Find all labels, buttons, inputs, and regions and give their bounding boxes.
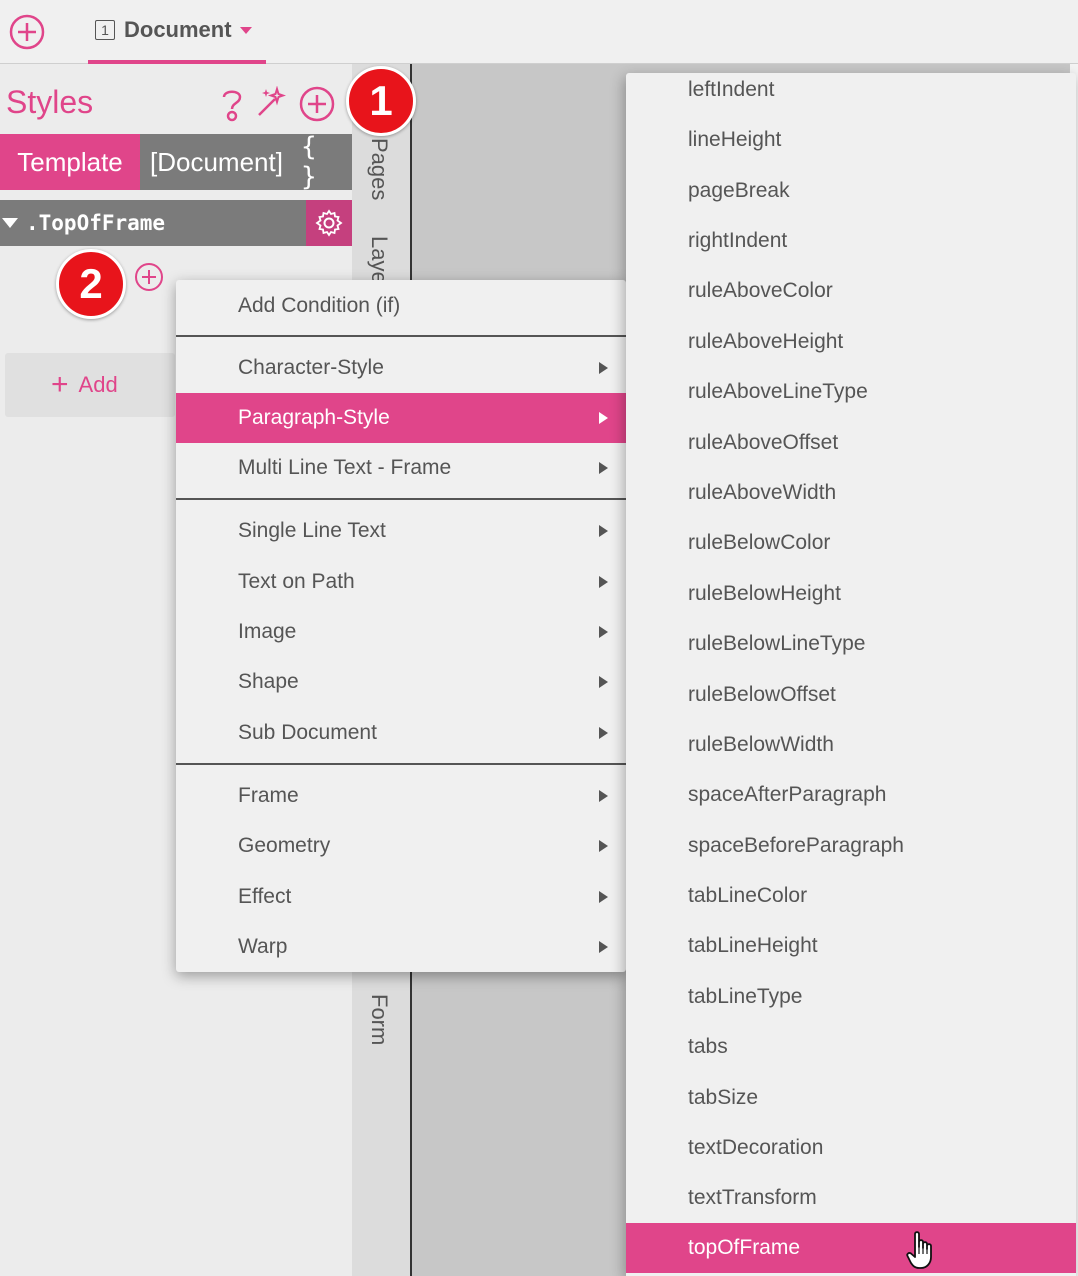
menu-divider bbox=[176, 498, 626, 500]
document-tab-label: Document bbox=[124, 17, 232, 42]
tab-layers[interactable]: Laye bbox=[366, 236, 392, 284]
braces-icon[interactable]: { } bbox=[301, 132, 352, 192]
chevron-right-icon bbox=[599, 790, 608, 802]
menu-item-label: Character-Style bbox=[238, 356, 384, 379]
menu-item-effect[interactable]: Effect bbox=[176, 872, 626, 922]
menu-item-warp[interactable]: Warp bbox=[176, 922, 626, 972]
chevron-right-icon bbox=[599, 626, 608, 638]
menu-item-label: Single Line Text bbox=[238, 519, 386, 542]
submenu-item-tabLineColor[interactable]: tabLineColor bbox=[626, 871, 1076, 921]
chevron-right-icon bbox=[599, 727, 608, 739]
paragraph-style-submenu: leftIndent lineHeight pageBreak rightInd… bbox=[626, 73, 1076, 1276]
tab-form[interactable]: Form bbox=[366, 994, 392, 1045]
chevron-right-icon bbox=[599, 941, 608, 953]
submenu-item-lineHeight[interactable]: lineHeight bbox=[626, 115, 1076, 165]
chevron-right-icon bbox=[599, 840, 608, 852]
menu-item-character-style[interactable]: Character-Style bbox=[176, 343, 626, 393]
gear-button[interactable] bbox=[306, 200, 352, 246]
tab-document[interactable]: 1 Document bbox=[88, 0, 266, 64]
disclosure-triangle-icon[interactable] bbox=[2, 218, 18, 228]
step-badge-2: 2 bbox=[56, 249, 126, 319]
menu-item-geometry[interactable]: Geometry bbox=[176, 821, 626, 871]
panel-title: Styles bbox=[6, 84, 94, 120]
style-rule-row[interactable]: .TopOfFrame bbox=[0, 200, 352, 246]
menu-item-add-condition[interactable]: Add Condition (if) bbox=[176, 281, 626, 331]
submenu-item-ruleAboveHeight[interactable]: ruleAboveHeight bbox=[626, 317, 1076, 367]
chevron-right-icon bbox=[599, 362, 608, 374]
menu-item-label: Sub Document bbox=[238, 721, 377, 744]
submenu-item-pageBreak[interactable]: pageBreak bbox=[626, 166, 1076, 216]
plus-circle-icon[interactable] bbox=[298, 85, 336, 123]
rule-name: .TopOfFrame bbox=[26, 211, 166, 235]
menu-item-sub-document[interactable]: Sub Document bbox=[176, 708, 626, 758]
submenu-item-leftIndent[interactable]: leftIndent bbox=[626, 73, 1076, 115]
submenu-item-tabSize[interactable]: tabSize bbox=[626, 1073, 1076, 1123]
submenu-item-spaceAfterParagraph[interactable]: spaceAfterParagraph bbox=[626, 770, 1076, 820]
chevron-down-icon[interactable] bbox=[239, 26, 252, 34]
submenu-item-ruleBelowColor[interactable]: ruleBelowColor bbox=[626, 518, 1076, 568]
menu-item-image[interactable]: Image bbox=[176, 607, 626, 657]
chevron-right-icon bbox=[599, 676, 608, 688]
menu-item-text-on-path[interactable]: Text on Path bbox=[176, 557, 626, 607]
menu-item-label: Multi Line Text - Frame bbox=[238, 456, 452, 479]
chevron-right-icon bbox=[599, 462, 608, 474]
menu-item-label: Text on Path bbox=[238, 570, 355, 593]
menu-item-label: Paragraph-Style bbox=[238, 406, 390, 429]
menu-item-label: Geometry bbox=[238, 834, 331, 857]
submenu-item-spaceBeforeParagraph[interactable]: spaceBeforeParagraph bbox=[626, 821, 1076, 871]
chevron-right-icon bbox=[599, 891, 608, 903]
step-badge-1: 1 bbox=[346, 66, 416, 136]
menu-item-label: Shape bbox=[238, 670, 299, 693]
tab-pages[interactable]: Pages bbox=[366, 138, 392, 200]
menu-item-label: Frame bbox=[238, 784, 299, 807]
menu-item-multi-line-text[interactable]: Multi Line Text - Frame bbox=[176, 443, 626, 493]
scope-toggle: Template [Document] { } bbox=[0, 132, 352, 192]
template-button[interactable]: Template bbox=[0, 134, 140, 190]
submenu-item-ruleAboveLineType[interactable]: ruleAboveLineType bbox=[626, 367, 1076, 417]
plus-icon: + bbox=[51, 368, 69, 401]
menu-divider bbox=[176, 335, 626, 337]
menu-item-label: Image bbox=[238, 620, 297, 643]
chevron-right-icon bbox=[599, 576, 608, 588]
magic-wand-icon[interactable] bbox=[256, 86, 286, 118]
menu-item-label: Effect bbox=[238, 885, 292, 908]
submenu-item-ruleAboveColor[interactable]: ruleAboveColor bbox=[626, 266, 1076, 316]
add-button-label: Add bbox=[78, 372, 118, 397]
submenu-item-ruleAboveWidth[interactable]: ruleAboveWidth bbox=[626, 468, 1076, 518]
submenu-item-ruleBelowLineType[interactable]: ruleBelowLineType bbox=[626, 619, 1076, 669]
document-number: 1 bbox=[95, 20, 115, 40]
submenu-item-tabLineType[interactable]: tabLineType bbox=[626, 972, 1076, 1022]
submenu-item-topOfFrame[interactable]: topOfFrame bbox=[626, 1223, 1076, 1273]
submenu-item-ruleAboveOffset[interactable]: ruleAboveOffset bbox=[626, 418, 1076, 468]
plus-circle-icon[interactable] bbox=[8, 13, 46, 51]
gear-icon bbox=[315, 209, 343, 237]
submenu-item-tabs[interactable]: tabs bbox=[626, 1022, 1076, 1072]
tab-bar: 1 Document bbox=[0, 0, 1078, 64]
context-menu: Add Condition (if) Character-Style Parag… bbox=[176, 280, 626, 972]
submenu-item-textTransform[interactable]: textTransform bbox=[626, 1173, 1076, 1223]
submenu-item-ruleBelowOffset[interactable]: ruleBelowOffset bbox=[626, 670, 1076, 720]
hand-cursor-icon bbox=[906, 1231, 932, 1269]
document-button[interactable]: [Document] { } bbox=[140, 132, 352, 192]
add-button[interactable]: + Add bbox=[5, 353, 175, 417]
submenu-item-ruleBelowHeight[interactable]: ruleBelowHeight bbox=[626, 569, 1076, 619]
chevron-right-icon bbox=[599, 525, 608, 537]
menu-item-label: Add Condition (if) bbox=[238, 294, 401, 317]
submenu-item-rightIndent[interactable]: rightIndent bbox=[626, 216, 1076, 266]
menu-item-label: Warp bbox=[238, 935, 288, 958]
menu-item-single-line-text[interactable]: Single Line Text bbox=[176, 506, 626, 556]
document-scope-label: [Document] bbox=[150, 146, 283, 177]
submenu-item-ruleBelowWidth[interactable]: ruleBelowWidth bbox=[626, 720, 1076, 770]
menu-item-shape[interactable]: Shape bbox=[176, 657, 626, 707]
submenu-item-tabLineHeight[interactable]: tabLineHeight bbox=[626, 921, 1076, 971]
menu-divider bbox=[176, 763, 626, 765]
chevron-right-icon bbox=[599, 412, 608, 424]
add-condition-icon[interactable] bbox=[134, 262, 164, 292]
submenu-item-textDecoration[interactable]: textDecoration bbox=[626, 1123, 1076, 1173]
menu-item-paragraph-style[interactable]: Paragraph-Style bbox=[176, 393, 626, 443]
question-icon[interactable] bbox=[218, 86, 246, 122]
menu-item-frame[interactable]: Frame bbox=[176, 771, 626, 821]
